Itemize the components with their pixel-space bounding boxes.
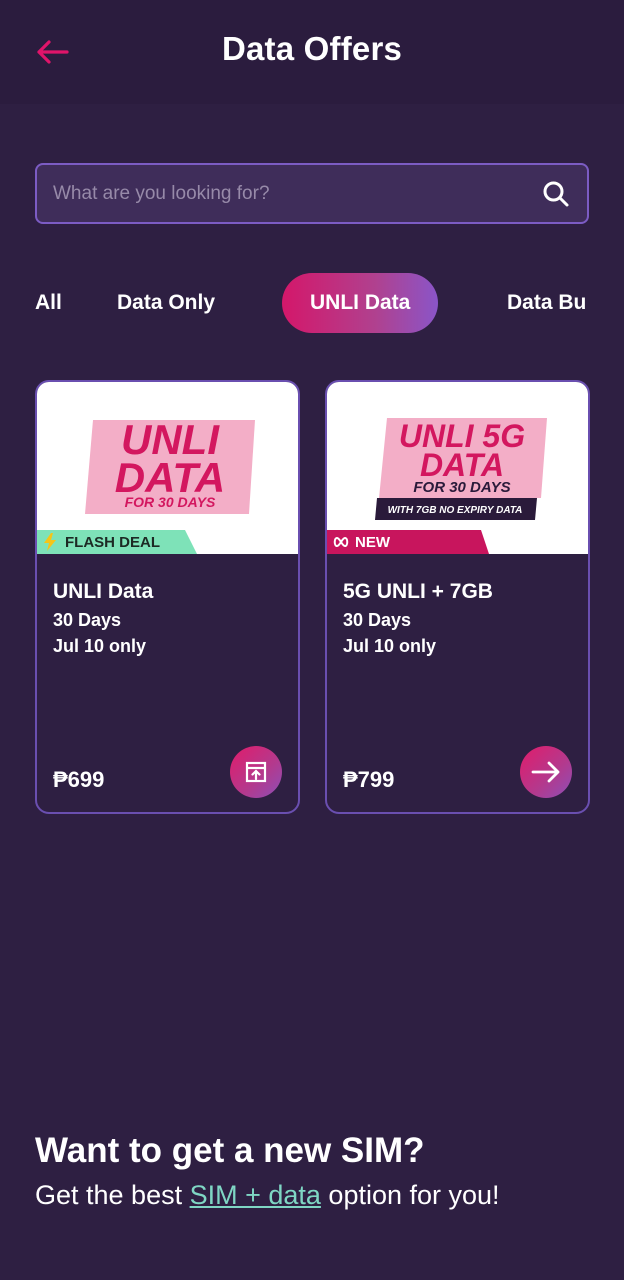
unli-5g-data-banner: UNLI 5G DATA FOR 30 DAYS WITH 7GB NO EXP… <box>375 418 547 520</box>
buy-button[interactable] <box>230 746 282 798</box>
offer-name: 5G UNLI + 7GB <box>343 580 493 603</box>
category-tabs: All Data Only UNLI Data Data Bu <box>0 273 590 333</box>
header-bar: Data Offers <box>0 0 624 104</box>
offer-banner-image: UNLI DATA FOR 30 DAYS FLASH DEAL <box>37 382 298 554</box>
tab-data-bundles[interactable]: Data Bu <box>507 273 586 333</box>
arrow-right-icon <box>531 761 560 783</box>
tab-all[interactable]: All <box>35 273 62 333</box>
offer-card[interactable]: UNLI 5G DATA FOR 30 DAYS WITH 7GB NO EXP… <box>325 380 590 814</box>
upload-icon <box>245 761 267 783</box>
offer-availability: Jul 10 only <box>53 636 147 656</box>
svg-text:FOR 30 DAYS: FOR 30 DAYS <box>125 494 216 510</box>
lightning-icon <box>43 533 57 551</box>
flash-deal-badge: FLASH DEAL <box>37 530 197 554</box>
offer-name: UNLI Data <box>53 580 154 603</box>
tab-data-only[interactable]: Data Only <box>117 273 215 333</box>
offer-validity: 30 Days <box>343 610 412 630</box>
offer-card[interactable]: UNLI DATA FOR 30 DAYS FLASH DEAL UNLI Da… <box>35 380 300 814</box>
page-title: Data Offers <box>221 30 403 67</box>
offer-price: ₱799 <box>343 767 395 792</box>
infinity-icon <box>333 535 349 549</box>
promo-title: Want to get a new SIM? <box>35 1131 425 1170</box>
search-input[interactable] <box>53 182 541 205</box>
promo-subtitle: Get the best SIM + data option for you! <box>35 1180 500 1211</box>
unli-data-banner: UNLI DATA FOR 30 DAYS <box>85 416 255 514</box>
new-badge: NEW <box>327 530 489 554</box>
svg-text:FOR 30 DAYS: FOR 30 DAYS <box>413 479 510 496</box>
tab-unli-data[interactable]: UNLI Data <box>282 273 439 333</box>
view-offer-button[interactable] <box>520 746 572 798</box>
promo-text-after: option for you! <box>320 1180 500 1210</box>
offer-validity: 30 Days <box>53 610 122 630</box>
search-icon[interactable] <box>541 179 571 209</box>
sim-data-link[interactable]: SIM + data <box>190 1180 321 1210</box>
offer-price: ₱699 <box>53 767 105 792</box>
offer-availability: Jul 10 only <box>343 636 437 656</box>
svg-text:DATA: DATA <box>420 447 504 483</box>
offer-banner-image: UNLI 5G DATA FOR 30 DAYS WITH 7GB NO EXP… <box>327 382 588 554</box>
badge-label: NEW <box>355 533 390 551</box>
promo-text-before: Get the best <box>35 1180 190 1210</box>
svg-text:WITH 7GB NO EXPIRY DATA: WITH 7GB NO EXPIRY DATA <box>388 505 523 516</box>
search-bar[interactable] <box>35 163 589 224</box>
badge-label: FLASH DEAL <box>65 533 160 551</box>
